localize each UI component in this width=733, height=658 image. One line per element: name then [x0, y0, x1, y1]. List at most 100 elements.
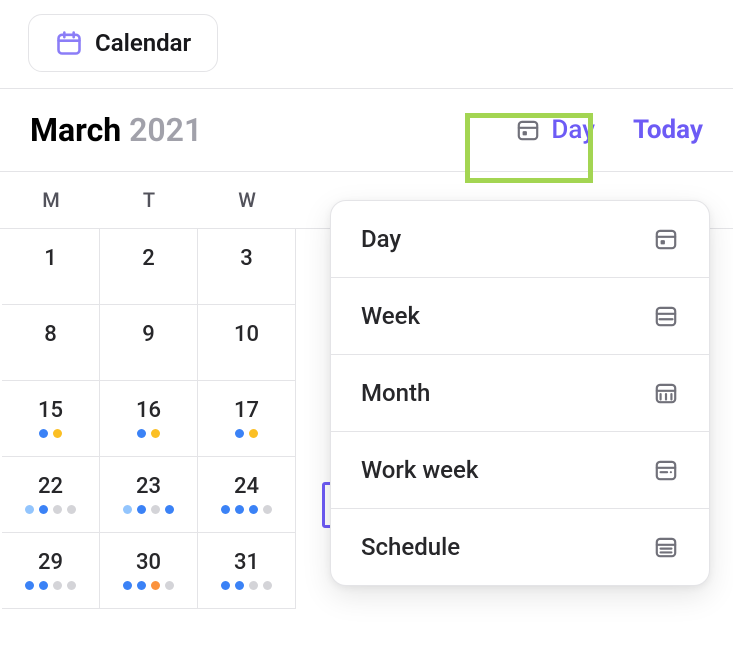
event-dots	[25, 505, 76, 515]
day-number: 3	[240, 246, 253, 271]
day-number: 30	[136, 550, 161, 575]
event-dot	[39, 505, 48, 514]
event-dot	[165, 505, 174, 514]
event-dot	[249, 505, 258, 514]
event-dot	[263, 505, 272, 514]
calendar-month-icon	[653, 380, 679, 406]
day-cell[interactable]: 3	[198, 229, 296, 305]
dropdown-item-day[interactable]: Day	[331, 201, 709, 278]
event-dot	[151, 429, 160, 438]
calendar-small-icon	[515, 117, 541, 143]
event-dot	[25, 581, 34, 590]
day-number: 23	[136, 474, 161, 499]
event-dots	[123, 505, 174, 515]
event-dots	[39, 429, 62, 439]
day-number: 24	[234, 474, 259, 499]
calendar-header: March 2021 Day Today	[0, 89, 733, 171]
event-dot	[25, 505, 34, 514]
event-dots	[25, 581, 76, 591]
calendar-tab-label: Calendar	[95, 29, 191, 57]
event-dot	[53, 429, 62, 438]
day-number: 17	[234, 398, 259, 423]
calendar-tab-button[interactable]: Calendar	[28, 14, 218, 72]
day-cell[interactable]: 24	[198, 457, 296, 533]
dropdown-item-label: Month	[361, 379, 430, 407]
event-dot	[67, 581, 76, 590]
calendar-workweek-icon	[653, 457, 679, 483]
day-number: 1	[44, 246, 57, 271]
today-button[interactable]: Today	[633, 115, 703, 145]
event-dot	[53, 505, 62, 514]
event-dot	[221, 581, 230, 590]
dropdown-item-label: Work week	[361, 456, 478, 484]
calendar-icon	[55, 29, 83, 57]
day-number: 8	[44, 322, 57, 347]
day-number: 22	[38, 474, 63, 499]
event-dots	[123, 581, 174, 591]
event-dot	[151, 505, 160, 514]
day-cell[interactable]: 8	[2, 305, 100, 381]
event-dot	[123, 581, 132, 590]
event-dot	[39, 581, 48, 590]
dropdown-item-week[interactable]: Week	[331, 278, 709, 355]
event-dot	[249, 581, 258, 590]
day-number: 29	[38, 550, 63, 575]
day-cell[interactable]: 1	[2, 229, 100, 305]
event-dot	[263, 581, 272, 590]
calendar-day-icon	[653, 226, 679, 252]
dropdown-item-month[interactable]: Month	[331, 355, 709, 432]
view-selector-label: Day	[551, 115, 595, 145]
view-dropdown-menu: Day Week Month	[330, 200, 710, 586]
day-cell[interactable]: 29	[2, 533, 100, 609]
event-dots	[235, 429, 258, 439]
dropdown-item-label: Day	[361, 225, 401, 253]
day-cell[interactable]: 2	[100, 229, 198, 305]
event-dot	[235, 581, 244, 590]
event-dot	[235, 505, 244, 514]
calendar-week-icon	[653, 303, 679, 329]
weekday-header: W	[198, 172, 296, 228]
event-dot	[53, 581, 62, 590]
day-number: 31	[234, 550, 259, 575]
day-cell[interactable]: 31	[198, 533, 296, 609]
day-cell[interactable]: 9	[100, 305, 198, 381]
day-cell[interactable]: 30	[100, 533, 198, 609]
dropdown-item-label: Schedule	[361, 533, 460, 561]
day-cell[interactable]: 22	[2, 457, 100, 533]
event-dots	[221, 505, 272, 515]
day-cell[interactable]: 15	[2, 381, 100, 457]
weekday-header: T	[100, 172, 198, 228]
event-dot	[67, 505, 76, 514]
year-value: 2021	[129, 111, 202, 149]
day-cell[interactable]: 23	[100, 457, 198, 533]
weekday-header: M	[2, 172, 100, 228]
event-dot	[137, 581, 146, 590]
event-dot	[39, 429, 48, 438]
day-number: 2	[142, 246, 155, 271]
event-dots	[137, 429, 160, 439]
event-dot	[123, 505, 132, 514]
calendar-schedule-icon	[653, 534, 679, 560]
event-dot	[235, 429, 244, 438]
month-name: March	[30, 111, 121, 149]
event-dot	[249, 429, 258, 438]
dropdown-item-work-week[interactable]: Work week	[331, 432, 709, 509]
event-dot	[221, 505, 230, 514]
day-number: 15	[38, 398, 63, 423]
event-dot	[165, 581, 174, 590]
event-dot	[137, 429, 146, 438]
month-title: March 2021	[30, 111, 202, 149]
day-cell[interactable]: 17	[198, 381, 296, 457]
day-cell[interactable]: 10	[198, 305, 296, 381]
today-label: Today	[633, 115, 703, 145]
dropdown-item-schedule[interactable]: Schedule	[331, 509, 709, 585]
event-dot	[137, 505, 146, 514]
day-number: 9	[142, 322, 155, 347]
day-number: 10	[234, 322, 259, 347]
day-cell[interactable]: 16	[100, 381, 198, 457]
event-dots	[221, 581, 272, 591]
view-selector[interactable]: Day	[503, 109, 607, 151]
dropdown-item-label: Week	[361, 302, 420, 330]
event-dot	[151, 581, 160, 590]
day-number: 16	[136, 398, 161, 423]
